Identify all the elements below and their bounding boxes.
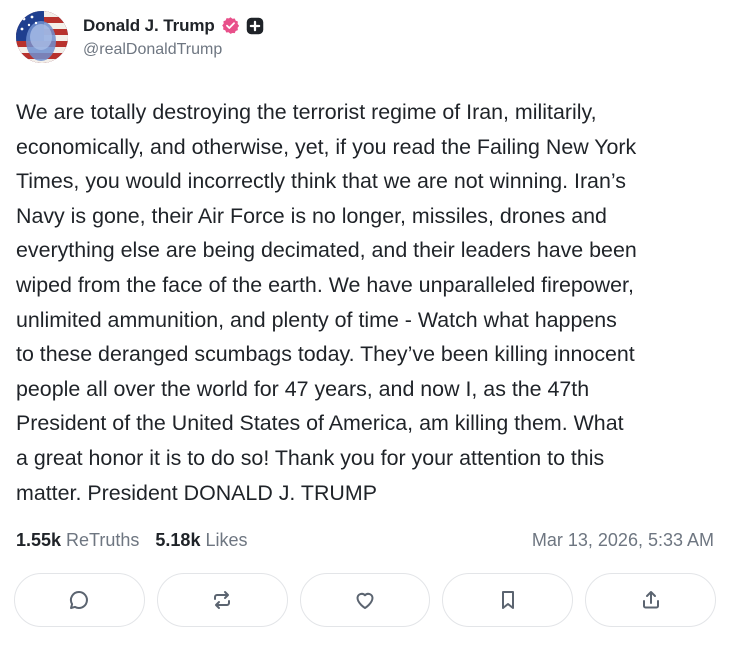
retruths-label[interactable]: ReTruths [66,530,139,551]
retruth-button[interactable] [156,573,288,627]
retruths-count[interactable]: 1.55k [16,530,61,551]
share-upload-icon [642,591,659,609]
bookmark-icon [501,591,514,609]
comment-bubble-icon [70,590,89,609]
heart-icon [356,592,374,609]
author-handle[interactable]: @realDonaldTrump [83,41,264,59]
share-button[interactable] [585,573,716,627]
like-button[interactable] [299,573,431,627]
post-header: Donald J. Trump @realDonaldTrump [16,10,264,64]
post-text: We are totally destroying the terrorist … [16,100,637,505]
verified-badge-icon [221,17,239,34]
reply-button[interactable] [14,573,145,627]
likes-count[interactable]: 5.18k [155,530,200,551]
repost-arrows-icon [214,591,231,609]
post-stats: 1.55k ReTruths 5.18k Likes Mar 13, 2026,… [16,528,714,552]
avatar[interactable] [16,11,68,63]
post-timestamp[interactable]: Mar 13, 2026, 5:33 AM [532,530,714,551]
action-bar [14,573,716,627]
author-display-name[interactable]: Donald J. Trump [83,16,215,36]
likes-label[interactable]: Likes [205,530,247,551]
plus-badge-icon [246,17,263,34]
avatar-portrait-flag [16,11,68,63]
bookmark-button[interactable] [442,573,574,627]
